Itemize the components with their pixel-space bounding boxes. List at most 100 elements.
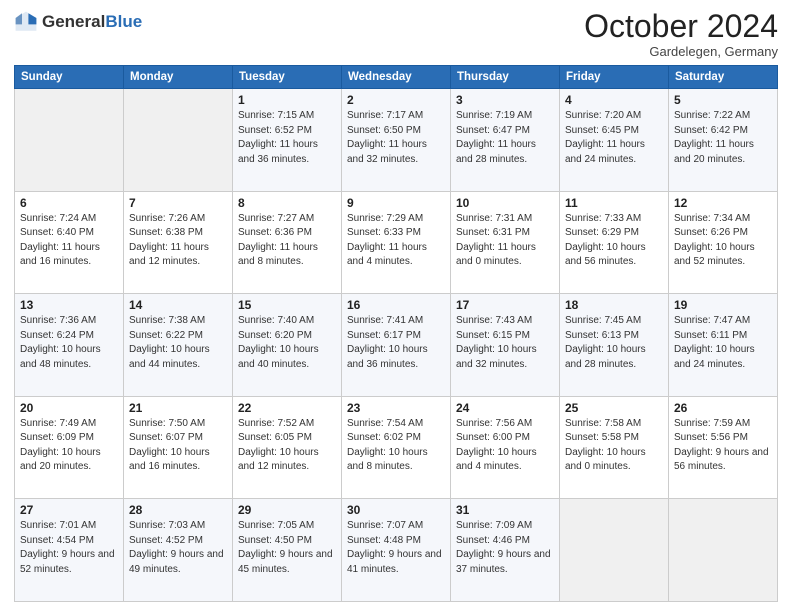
table-cell xyxy=(560,499,669,602)
day-info: Sunrise: 7:03 AM Sunset: 4:52 PM Daylight:… xyxy=(129,519,227,577)
header-thursday: Thursday xyxy=(451,66,560,89)
location: Gardelegen, Germany xyxy=(584,44,778,59)
daylight-text: Daylight: 10 hours and 12 minutes. xyxy=(238,447,319,473)
table-cell xyxy=(15,89,124,192)
sunrise-text: Sunrise: 7:05 AM xyxy=(238,520,314,531)
table-cell: 5Sunrise: 7:22 AMSunset: 6:42 PMDaylight… xyxy=(669,89,778,192)
sunrise-text: Sunrise: 7:09 AM xyxy=(456,520,532,531)
day-info: Sunrise: 7:52 AMSunset: 6:05 PMDaylight:… xyxy=(238,417,336,475)
day-number: 5 xyxy=(674,93,772,107)
table-cell: 12 Sunrise: 7:34 AMSunset: 6:26 PMDayligh… xyxy=(669,191,778,294)
table-cell: 15 Sunrise: 7:40 AMSunset: 6:20 PMDayligh… xyxy=(233,294,342,397)
day-number: 3 xyxy=(456,93,554,107)
sunrise-text: Sunrise: 7:47 AM xyxy=(674,315,750,326)
daylight-text: Daylight: 11 hours and 16 minutes. xyxy=(20,242,100,268)
table-cell: 1Sunrise: 7:15 AMSunset: 6:52 PMDaylight… xyxy=(233,89,342,192)
sunrise-text: Sunrise: 7:27 AM xyxy=(238,213,314,224)
day-number: 13 xyxy=(20,298,118,312)
day-info: Sunrise: 7:34 AMSunset: 6:26 PMDaylight:… xyxy=(674,212,772,270)
sunset-text: Sunset: 4:52 PM xyxy=(129,535,203,546)
sunset-text: Sunset: 6:42 PM xyxy=(674,125,748,136)
day-number: 17 xyxy=(456,298,554,312)
daylight-text: Daylight: 10 hours and 4 minutes. xyxy=(456,447,537,473)
table-cell: 6Sunrise: 7:24 AMSunset: 6:40 PMDaylight… xyxy=(15,191,124,294)
sunrise-text: Sunrise: 7:59 AM xyxy=(674,418,750,429)
table-cell: 18Sunrise: 7:45 AMSunset: 6:13 PMDayligh… xyxy=(560,294,669,397)
sunset-text: Sunset: 6:36 PM xyxy=(238,227,312,238)
day-number: 28 xyxy=(129,503,227,517)
header-saturday: Saturday xyxy=(669,66,778,89)
table-cell: 11Sunrise: 7:33 AMSunset: 6:29 PMDayligh… xyxy=(560,191,669,294)
title-area: October 2024 Gardelegen, Germany xyxy=(584,10,778,59)
sunrise-text: Sunrise: 7:22 AM xyxy=(674,110,750,121)
day-number: 7 xyxy=(129,196,227,210)
day-number: 16 xyxy=(347,298,445,312)
sunrise-text: Sunrise: 7:36 AM xyxy=(20,315,96,326)
day-info: Sunrise: 7:54 AMSunset: 6:02 PMDaylight:… xyxy=(347,417,445,475)
sunset-text: Sunset: 6:45 PM xyxy=(565,125,639,136)
day-info: Sunrise: 7:33 AMSunset: 6:29 PMDaylight:… xyxy=(565,212,663,270)
daylight-text: Daylight: 11 hours and 8 minutes. xyxy=(238,242,318,268)
sunset-text: Sunset: 5:58 PM xyxy=(565,432,639,443)
day-number: 22 xyxy=(238,401,336,415)
sunset-text: Sunset: 6:47 PM xyxy=(456,125,530,136)
table-cell: 22 Sunrise: 7:52 AMSunset: 6:05 PMDayligh… xyxy=(233,396,342,499)
day-number: 4 xyxy=(565,93,663,107)
sunset-text: Sunset: 6:02 PM xyxy=(347,432,421,443)
page: General Blue October 2024 Gardelegen, Ge… xyxy=(0,0,792,612)
sunrise-text: Sunrise: 7:43 AM xyxy=(456,315,532,326)
header-friday: Friday xyxy=(560,66,669,89)
day-number: 12 xyxy=(674,196,772,210)
day-number: 10 xyxy=(456,196,554,210)
day-info: Sunrise: 7:01 AMSunset: 4:54 PMDaylight:… xyxy=(20,519,118,577)
header: General Blue October 2024 Gardelegen, Ge… xyxy=(14,10,778,59)
day-number: 21 xyxy=(129,401,227,415)
logo-text: General Blue xyxy=(42,12,142,32)
week-row-3: 13 Sunrise: 7:36 AM Sunset: 6:24 PM Dayligh… xyxy=(15,294,778,397)
day-number: 29 xyxy=(238,503,336,517)
table-cell: 31Sunrise: 7:09 AMSunset: 4:46 PMDayligh… xyxy=(451,499,560,602)
daylight-text: Daylight: 11 hours and 36 minutes. xyxy=(238,139,318,165)
sunset-text: Sunset: 6:38 PM xyxy=(129,227,203,238)
sunset-text: Sunset: 6:50 PM xyxy=(347,125,421,136)
daylight-text: Daylight: 10 hours and 16 minutes. xyxy=(129,447,210,473)
day-number: 18 xyxy=(565,298,663,312)
sunrise-text: Sunrise: 7:29 AM xyxy=(347,213,423,224)
table-cell xyxy=(669,499,778,602)
sunset-text: Sunset: 4:46 PM xyxy=(456,535,530,546)
sunset-text: Sunset: 6:52 PM xyxy=(238,125,312,136)
day-info: Sunrise: 7:40 AMSunset: 6:20 PMDaylight:… xyxy=(238,314,336,372)
table-cell: 8Sunrise: 7:27 AMSunset: 6:36 PMDaylight… xyxy=(233,191,342,294)
daylight-text: Daylight: 10 hours and 20 minutes. xyxy=(20,447,101,473)
daylight-text: Daylight: 9 hours and 49 minutes. xyxy=(129,549,224,575)
day-info: Sunrise: 7:20 AM Sunset: 6:45 PM Daylight:… xyxy=(565,109,663,167)
table-cell: 7Sunrise: 7:26 AMSunset: 6:38 PMDaylight… xyxy=(124,191,233,294)
sunset-text: Sunset: 6:24 PM xyxy=(20,330,94,341)
daylight-text: Daylight: 10 hours and 28 minutes. xyxy=(565,344,646,370)
calendar: Sunday Monday Tuesday Wednesday Thursday… xyxy=(14,65,778,602)
daylight-text: Daylight: 11 hours and 24 minutes. xyxy=(565,139,645,165)
daylight-text: Daylight: 10 hours and 36 minutes. xyxy=(347,344,428,370)
daylight-text: Daylight: 11 hours and 28 minutes. xyxy=(456,139,536,165)
daylight-text: Daylight: 10 hours and 40 minutes. xyxy=(238,344,319,370)
sunrise-text: Sunrise: 7:20 AM xyxy=(565,110,641,121)
sunset-text: Sunset: 6:29 PM xyxy=(565,227,639,238)
day-info: Sunrise: 7:05 AMSunset: 4:50 PMDaylight:… xyxy=(238,519,336,577)
sunrise-text: Sunrise: 7:03 AM xyxy=(129,520,205,531)
table-cell: 29 Sunrise: 7:05 AMSunset: 4:50 PMDayligh… xyxy=(233,499,342,602)
sunrise-text: Sunrise: 7:07 AM xyxy=(347,520,423,531)
sunset-text: Sunset: 6:40 PM xyxy=(20,227,94,238)
day-info: Sunrise: 7:07 AMSunset: 4:48 PMDaylight:… xyxy=(347,519,445,577)
sunrise-text: Sunrise: 7:50 AM xyxy=(129,418,205,429)
sunset-text: Sunset: 6:26 PM xyxy=(674,227,748,238)
weekday-header-row: Sunday Monday Tuesday Wednesday Thursday… xyxy=(15,66,778,89)
sunrise-text: Sunrise: 7:26 AM xyxy=(129,213,205,224)
day-number: 15 xyxy=(238,298,336,312)
day-info: Sunrise: 7:50 AMSunset: 6:07 PMDaylight:… xyxy=(129,417,227,475)
week-row-5: 27Sunrise: 7:01 AMSunset: 4:54 PMDayligh… xyxy=(15,499,778,602)
day-number: 26 xyxy=(674,401,772,415)
day-info: Sunrise: 7:43 AMSunset: 6:15 PMDaylight:… xyxy=(456,314,554,372)
sunrise-text: Sunrise: 7:38 AM xyxy=(129,315,205,326)
day-number: 1 xyxy=(238,93,336,107)
day-number: 2 xyxy=(347,93,445,107)
